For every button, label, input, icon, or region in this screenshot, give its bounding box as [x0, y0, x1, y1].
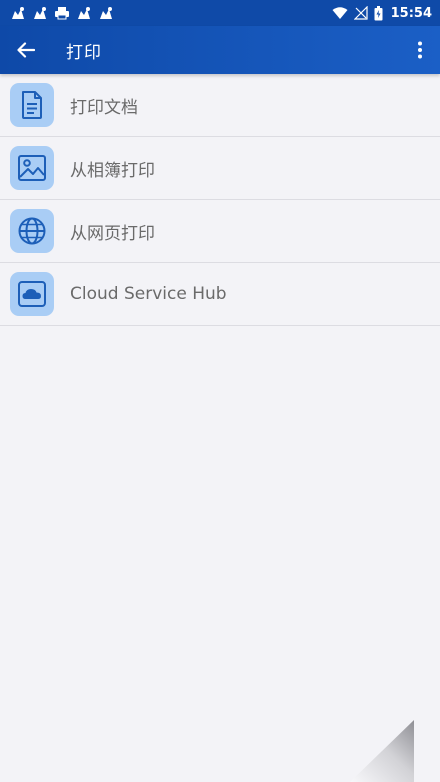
- cloud-service-hub-item[interactable]: Cloud Service Hub: [0, 263, 440, 326]
- item-label: 打印文档: [70, 97, 138, 118]
- print-from-web-item[interactable]: 从网页打印: [0, 200, 440, 263]
- globe-icon: [10, 209, 54, 253]
- battery-icon: [374, 5, 383, 20]
- back-button[interactable]: [0, 26, 52, 74]
- print-options-list: 打印文档 从相簿打印 从网页打印 Cloud Service Hub: [0, 74, 440, 326]
- item-label: Cloud Service Hub: [70, 284, 227, 304]
- page-curl-decoration: [350, 720, 414, 782]
- more-vert-icon: [418, 41, 422, 59]
- document-icon: [10, 83, 54, 127]
- overflow-menu-button[interactable]: [400, 26, 440, 74]
- print-from-album-item[interactable]: 从相簿打印: [0, 137, 440, 200]
- cat-notification-icon: [34, 7, 46, 19]
- notification-icons: [10, 6, 114, 20]
- item-label: 从网页打印: [70, 223, 155, 244]
- app-bar: 打印: [0, 26, 440, 74]
- printer-notification-icon: [55, 7, 69, 20]
- status-bar: 15:54: [0, 0, 440, 26]
- item-label: 从相簿打印: [70, 160, 155, 181]
- system-status: 15:54: [332, 5, 432, 21]
- image-icon: [10, 146, 54, 190]
- page-title: 打印: [66, 42, 102, 63]
- arrow-left-icon: [17, 42, 35, 58]
- cat-notification-icon: [78, 7, 90, 19]
- status-time: 15:54: [390, 5, 432, 21]
- print-document-item[interactable]: 打印文档: [0, 74, 440, 137]
- cat-notification-icon: [12, 7, 24, 19]
- wifi-icon: [332, 6, 348, 19]
- no-signal-icon: [353, 6, 368, 20]
- cat-notification-icon: [100, 7, 112, 19]
- cloud-icon: [10, 272, 54, 316]
